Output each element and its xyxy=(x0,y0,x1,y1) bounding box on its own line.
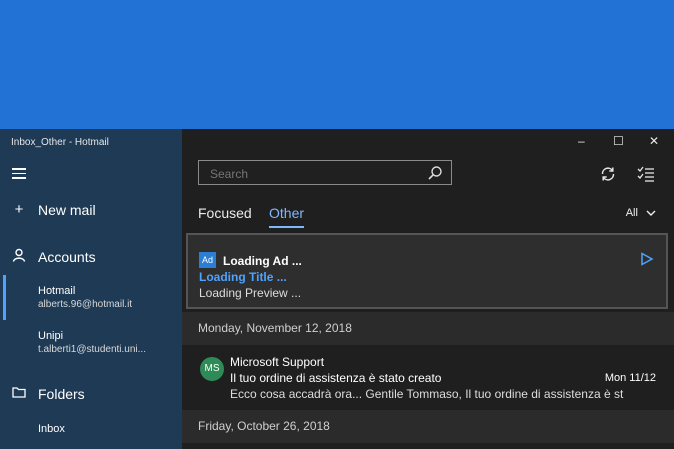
search-box[interactable] xyxy=(198,160,452,185)
avatar: MS xyxy=(200,357,224,381)
ad-title: Loading Ad ... xyxy=(223,254,302,268)
chevron-down-icon xyxy=(646,207,656,219)
hamburger-menu-icon[interactable] xyxy=(12,168,26,179)
account-item-unipi[interactable]: Unipi t.alberti1@studenti.uni... xyxy=(38,330,146,355)
date-header: Friday, October 26, 2018 xyxy=(182,410,674,443)
window-title: Inbox_Other - Hotmail xyxy=(11,137,109,148)
maximize-button[interactable]: ☐ xyxy=(613,134,624,148)
search-icon[interactable] xyxy=(427,165,443,181)
search-input[interactable] xyxy=(208,166,412,182)
message-list-pane: – ☐ ✕ Focused Other All xyxy=(182,129,674,449)
ad-card[interactable]: Ad Loading Ad ... Loading Title ... Load… xyxy=(186,233,668,309)
tab-other[interactable]: Other xyxy=(269,205,305,228)
mail-window: Inbox_Other - Hotmail + New mail Account… xyxy=(0,129,674,449)
account-email: t.alberti1@studenti.uni... xyxy=(38,344,146,355)
sidebar: Inbox_Other - Hotmail + New mail Account… xyxy=(0,129,182,449)
account-item-hotmail[interactable]: Hotmail alberts.96@hotmail.it xyxy=(38,285,132,310)
person-icon xyxy=(0,248,38,266)
folders-label: Folders xyxy=(38,385,85,402)
message-sender: Microsoft Support xyxy=(230,355,325,369)
minimize-button[interactable]: – xyxy=(578,134,585,148)
close-button[interactable]: ✕ xyxy=(649,134,659,148)
account-name: Hotmail xyxy=(38,285,76,297)
new-mail-button[interactable]: + New mail xyxy=(0,201,96,218)
new-mail-label: New mail xyxy=(38,201,96,218)
selection-mode-icon[interactable] xyxy=(637,165,655,183)
ad-badge: Ad xyxy=(199,252,216,268)
folder-name: Inbox xyxy=(38,423,65,435)
message-date: Mon 11/12 xyxy=(604,372,656,384)
ad-choices-icon[interactable] xyxy=(640,252,654,266)
message-subject: Il tuo ordine di assistenza è stato crea… xyxy=(230,371,442,385)
plus-icon: + xyxy=(14,201,24,218)
folder-icon xyxy=(0,385,38,402)
ad-preview: Loading Preview ... xyxy=(199,286,302,300)
date-header: Monday, November 12, 2018 xyxy=(182,312,674,345)
filter-label: All xyxy=(625,207,638,219)
selected-account-indicator xyxy=(3,275,6,320)
accounts-button[interactable]: Accounts xyxy=(0,248,96,266)
folder-item-inbox[interactable]: Inbox xyxy=(38,423,65,435)
tab-other-label: Other xyxy=(269,205,305,221)
active-tab-underline xyxy=(269,226,305,228)
ad-loading-title: Loading Title ... xyxy=(199,270,287,284)
sync-icon[interactable] xyxy=(599,165,617,183)
message-item[interactable]: MS Microsoft Support Il tuo ordine di as… xyxy=(182,346,674,409)
account-name: Unipi xyxy=(38,330,64,342)
message-preview: Ecco cosa accadrà ora... Gentile Tommaso… xyxy=(230,387,624,401)
filter-dropdown[interactable]: All xyxy=(626,207,656,219)
tab-focused[interactable]: Focused xyxy=(198,205,252,221)
account-email: alberts.96@hotmail.it xyxy=(38,299,133,310)
accounts-label: Accounts xyxy=(38,249,96,265)
folders-button[interactable]: Folders xyxy=(0,385,85,402)
